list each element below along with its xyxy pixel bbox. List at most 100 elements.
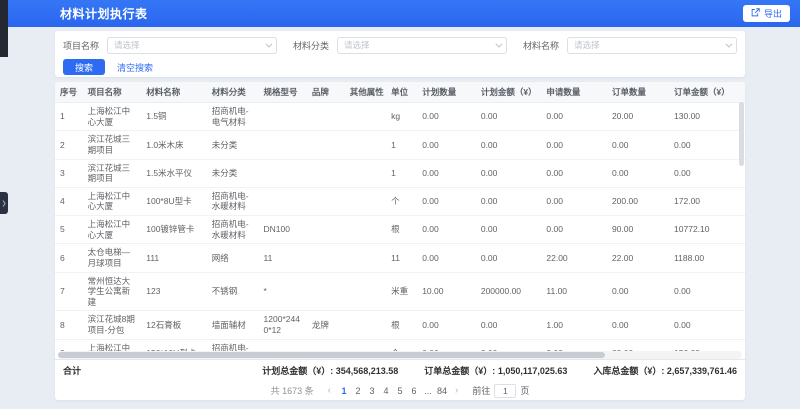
table-cell: 0.00 xyxy=(607,311,669,339)
table-cell xyxy=(307,244,345,272)
table-cell: 0.00 xyxy=(476,311,542,339)
table-cell: 1.5米水平仪 xyxy=(141,159,207,187)
table-row[interactable]: 2滨江花城三期项目1.0米木床未分类10.000.000.000.000.00 xyxy=(55,131,745,159)
table-cell: 12石膏板 xyxy=(141,311,207,339)
pager-next-button[interactable]: › xyxy=(452,385,461,396)
table-cell xyxy=(345,339,386,351)
pagination-total: 共 1673 条 xyxy=(271,384,314,397)
table-cell: 8 xyxy=(55,311,83,339)
pager-page-6[interactable]: 6 xyxy=(407,384,421,398)
column-header: 品牌 xyxy=(307,82,345,103)
table-cell: 0.00 xyxy=(417,311,476,339)
chevron-down-icon xyxy=(495,40,502,47)
horizontal-scrollbar-thumb[interactable] xyxy=(58,352,605,358)
table-cell: 11.00 xyxy=(541,272,607,311)
table-cell: 0.00 xyxy=(417,131,476,159)
goto-page-input[interactable] xyxy=(494,384,516,398)
table-row[interactable]: 1上海松江中心大厦1.5铜招商机电-电气材料kg0.000.000.0020.0… xyxy=(55,103,745,131)
table-cell xyxy=(307,339,345,351)
pager-page-4[interactable]: 4 xyxy=(379,384,393,398)
table-cell xyxy=(345,159,386,187)
table-cell: 上海松江中心大厦 xyxy=(83,339,142,351)
table-cell: 130.00 xyxy=(669,103,745,131)
column-header: 材料名称 xyxy=(141,82,207,103)
table-header-row: 序号项目名称材料名称材料分类规格型号品牌其他属性单位计划数量计划金额（¥）申请数… xyxy=(55,82,745,103)
table-cell: 0.00 xyxy=(417,244,476,272)
table-cell: 根 xyxy=(386,216,417,244)
table-row[interactable]: 4上海松江中心大厦100*8U型卡招商机电-水暖材料个0.000.000.002… xyxy=(55,187,745,215)
table-cell: 20.00 xyxy=(607,103,669,131)
vertical-scrollbar[interactable] xyxy=(739,102,744,166)
summary-total-label: 合计 xyxy=(63,364,81,377)
column-header: 订单金额（¥） xyxy=(669,82,745,103)
chevron-right-icon: ❯ xyxy=(1,200,6,207)
table-cell xyxy=(345,272,386,311)
table-cell: 个 xyxy=(386,187,417,215)
table-cell: 根 xyxy=(386,311,417,339)
table-row[interactable]: 3滨江花城三期项目1.5米水平仪未分类10.000.000.000.000.00 xyxy=(55,159,745,187)
pager-page-1[interactable]: 1 xyxy=(337,384,351,398)
material-category-select[interactable]: 请选择 xyxy=(337,37,507,54)
horizontal-scrollbar[interactable] xyxy=(58,351,742,359)
material-category-filter: 材料分类 请选择 xyxy=(293,37,507,54)
table-cell: 10772.10 xyxy=(669,216,745,244)
pager-page-2[interactable]: 2 xyxy=(351,384,365,398)
plan-total-value: 354,568,213.58 xyxy=(336,366,399,376)
table-cell: 0.00 xyxy=(417,339,476,351)
table-cell: 1.00 xyxy=(541,311,607,339)
project-name-select[interactable]: 请选择 xyxy=(107,37,277,54)
column-header: 其他属性 xyxy=(345,82,386,103)
pager-prev-button[interactable]: ‹ xyxy=(325,385,334,396)
plan-total-label: 计划总金额（¥）: xyxy=(262,366,333,376)
table-cell: 123 xyxy=(141,272,207,311)
inbound-total: 入库总金额（¥）: 2,657,339,761.46 xyxy=(593,364,737,377)
table-cell xyxy=(259,159,307,187)
pager-ellipsis[interactable]: ... xyxy=(421,384,435,398)
table-cell xyxy=(345,244,386,272)
table-row[interactable]: 8滨江花城8期项目-分包12石膏板墙面辅材1200*2440*12龙牌根0.00… xyxy=(55,311,745,339)
column-header: 单位 xyxy=(386,82,417,103)
table-cell: 太仓电梯—月球项目 xyxy=(83,244,142,272)
search-button[interactable]: 搜索 xyxy=(63,59,105,75)
order-total-value: 1,050,117,025.63 xyxy=(498,366,568,376)
table-cell: 0.00 xyxy=(417,159,476,187)
order-total-label: 订单总金额（¥）: xyxy=(424,366,495,376)
table-cell: 个 xyxy=(386,339,417,351)
table-row[interactable]: 7常州恒达大学生公寓新建123不锈钢*米重10.00200000.0011.00… xyxy=(55,272,745,311)
table-cell: 龙牌 xyxy=(307,311,345,339)
material-name-select[interactable]: 请选择 xyxy=(567,37,737,54)
material-category-label: 材料分类 xyxy=(293,39,329,52)
table-cell: 墙面辅材 xyxy=(207,311,259,339)
table-row[interactable]: 6太仓电梯—月球项目111网络11110.000.0022.0022.00118… xyxy=(55,244,745,272)
table-cell xyxy=(345,187,386,215)
material-plan-table: 序号项目名称材料名称材料分类规格型号品牌其他属性单位计划数量计划金额（¥）申请数… xyxy=(55,82,745,351)
filter-panel: 项目名称 请选择 材料分类 请选择 材料名称 请选择 搜索 清空搜索 xyxy=(55,31,745,77)
export-button[interactable]: 导出 xyxy=(743,5,790,22)
table-scroll-area: 序号项目名称材料名称材料分类规格型号品牌其他属性单位计划数量计划金额（¥）申请数… xyxy=(55,82,745,351)
pager-page-5[interactable]: 5 xyxy=(393,384,407,398)
table-row[interactable]: 5上海松江中心大厦100镀锌管卡招商机电-水暖材料DN100根0.000.000… xyxy=(55,216,745,244)
table-cell: 22.00 xyxy=(607,244,669,272)
table-cell: 0.00 xyxy=(541,339,607,351)
sidebar-toggle[interactable]: ❯ xyxy=(0,192,8,214)
material-name-filter: 材料名称 请选择 xyxy=(523,37,737,54)
pager-page-84[interactable]: 84 xyxy=(435,384,449,398)
table-cell: 100*8U型卡 xyxy=(141,187,207,215)
column-header: 规格型号 xyxy=(259,82,307,103)
table-cell: 6 xyxy=(55,244,83,272)
clear-search-button[interactable]: 清空搜索 xyxy=(117,61,153,74)
column-header: 材料分类 xyxy=(207,82,259,103)
table-cell xyxy=(259,103,307,131)
pager-page-3[interactable]: 3 xyxy=(365,384,379,398)
table-row[interactable]: 9上海松江中心大厦150*10U型卡招商机电-水暖材料个0.000.000.00… xyxy=(55,339,745,351)
table-cell: 156.80 xyxy=(669,339,745,351)
table-cell: 招商机电-电气材料 xyxy=(207,103,259,131)
table-cell: 90.00 xyxy=(607,216,669,244)
table-cell xyxy=(259,131,307,159)
table-cell: 0.00 xyxy=(476,244,542,272)
column-header: 申请数量 xyxy=(541,82,607,103)
table-cell: * xyxy=(259,272,307,311)
table-cell xyxy=(345,311,386,339)
table-cell xyxy=(307,131,345,159)
column-header: 计划数量 xyxy=(417,82,476,103)
